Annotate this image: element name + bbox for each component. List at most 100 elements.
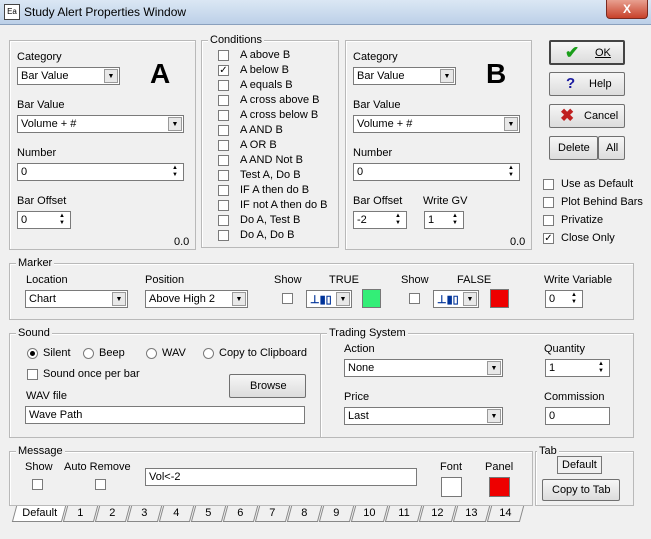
write-variable-input[interactable]: 0 ▲ ▼ (545, 290, 583, 308)
write-gv-input[interactable]: 1 ▲ ▼ (424, 211, 464, 229)
bar-value-b-select[interactable]: Volume + # ▼ (353, 115, 520, 133)
tab-10[interactable]: 10 (350, 506, 389, 522)
option-checkbox[interactable]: ✓ (543, 233, 554, 244)
tab-7[interactable]: 7 (254, 506, 291, 522)
condition-checkbox[interactable] (218, 110, 229, 121)
tab-11[interactable]: 11 (384, 506, 423, 522)
message-text-value: Vol<-2 (149, 471, 181, 483)
message-text-input[interactable]: Vol<-2 (145, 468, 417, 486)
action-select[interactable]: None ▼ (344, 359, 503, 377)
window-title: Study Alert Properties Window (24, 5, 187, 19)
default-tab-button[interactable]: Default (557, 456, 602, 474)
bar-value-a-select[interactable]: Volume + # ▼ (17, 115, 184, 133)
option-checkbox[interactable] (543, 215, 554, 226)
sound-radio[interactable] (27, 348, 38, 359)
browse-button[interactable]: Browse (229, 374, 306, 398)
category-b-label: Category (353, 51, 398, 63)
condition-checkbox[interactable]: ✓ (218, 65, 229, 76)
delete-button[interactable]: Delete (549, 136, 598, 160)
condition-label: Do A, Test B (240, 214, 301, 226)
condition-checkbox[interactable] (218, 230, 229, 241)
condition-checkbox[interactable] (218, 140, 229, 151)
ok-button[interactable]: ✔ OK (549, 40, 625, 65)
condition-label: A AND Not B (240, 154, 303, 166)
write-variable-label: Write Variable (544, 274, 613, 286)
condition-checkbox[interactable] (218, 80, 229, 91)
message-title: Message (16, 445, 65, 457)
condition-label: A cross below B (240, 109, 319, 121)
message-show-checkbox[interactable] (32, 479, 43, 490)
condition-checkbox[interactable] (218, 200, 229, 211)
panel-color-swatch[interactable] (489, 477, 510, 497)
all-button[interactable]: All (598, 136, 625, 160)
tab-4[interactable]: 4 (158, 506, 195, 522)
false-color-swatch[interactable] (490, 289, 509, 308)
sound-radio-label: WAV (162, 347, 186, 359)
position-select[interactable]: Above High 2 ▼ (145, 290, 248, 308)
category-a-select[interactable]: Bar Value ▼ (17, 67, 120, 85)
close-button[interactable]: X (606, 0, 648, 19)
tab-3[interactable]: 3 (126, 506, 163, 522)
sound-radio[interactable] (203, 348, 214, 359)
true-color-swatch[interactable] (362, 289, 381, 308)
option-checkbox[interactable] (543, 197, 554, 208)
auto-remove-label: Auto Remove (64, 461, 131, 473)
price-select[interactable]: Last ▼ (344, 407, 503, 425)
chevron-down-icon: ▼ (232, 292, 246, 306)
commission-input[interactable]: 0 (545, 407, 610, 425)
tab-6[interactable]: 6 (222, 506, 259, 522)
show-true-checkbox[interactable] (282, 293, 293, 304)
spinner-icon[interactable]: ▲ ▼ (448, 213, 462, 227)
sound-once-checkbox[interactable] (27, 369, 38, 380)
number-b-input[interactable]: 0 ▲ ▼ (353, 163, 520, 181)
spinner-icon[interactable]: ▲ ▼ (504, 165, 518, 179)
tab-9[interactable]: 9 (318, 506, 355, 522)
condition-checkbox[interactable] (218, 125, 229, 136)
spinner-icon[interactable]: ▲ ▼ (168, 165, 182, 179)
category-b-select[interactable]: Bar Value ▼ (353, 67, 456, 85)
help-button[interactable]: ? Help (549, 72, 625, 96)
condition-checkbox[interactable] (218, 155, 229, 166)
true-marker-select[interactable]: ⊥▮▯ ▼ (306, 290, 352, 308)
option-checkbox[interactable] (543, 179, 554, 190)
tab-5[interactable]: 5 (190, 506, 227, 522)
font-color-swatch[interactable] (441, 477, 462, 497)
auto-remove-checkbox[interactable] (95, 479, 106, 490)
tab-1[interactable]: 1 (62, 506, 99, 522)
cancel-button[interactable]: ✖ Cancel (549, 104, 625, 128)
condition-checkbox[interactable] (218, 185, 229, 196)
spinner-icon[interactable]: ▲ ▼ (594, 361, 608, 375)
show-false-checkbox[interactable] (409, 293, 420, 304)
sound-radio[interactable] (146, 348, 157, 359)
wav-file-input[interactable]: Wave Path (25, 406, 305, 424)
condition-checkbox[interactable] (218, 95, 229, 106)
tab-12[interactable]: 12 (418, 506, 457, 522)
copy-to-tab-button[interactable]: Copy to Tab (542, 479, 620, 501)
tab-8[interactable]: 8 (286, 506, 323, 522)
readout-b: 0.0 (510, 236, 526, 248)
location-select[interactable]: Chart ▼ (25, 290, 128, 308)
font-label: Font (440, 461, 463, 473)
tab-2[interactable]: 2 (94, 506, 131, 522)
quantity-input[interactable]: 1 ▲ ▼ (545, 359, 610, 377)
tab-label: 2 (109, 507, 116, 519)
location-label: Location (26, 274, 68, 286)
tab-13[interactable]: 13 (452, 506, 491, 522)
bar-offset-a-input[interactable]: 0 ▲ ▼ (17, 211, 71, 229)
tab-14[interactable]: 14 (486, 506, 525, 522)
spinner-icon[interactable]: ▲ ▼ (567, 292, 581, 306)
condition-checkbox[interactable] (218, 215, 229, 226)
bar-offset-b-input[interactable]: -2 ▲ ▼ (353, 211, 407, 229)
letter-b: B (486, 58, 507, 89)
sound-radio[interactable] (83, 348, 94, 359)
condition-checkbox[interactable] (218, 50, 229, 61)
false-marker-select[interactable]: ⊥▮▯ ▼ (433, 290, 479, 308)
tab-default[interactable]: Default (11, 506, 67, 522)
condition-checkbox[interactable] (218, 170, 229, 181)
spinner-icon[interactable]: ▲ ▼ (55, 213, 69, 227)
number-a-input[interactable]: 0 ▲ ▼ (17, 163, 184, 181)
bar-value-b-label: Bar Value (353, 99, 401, 111)
position-value: Above High 2 (149, 293, 216, 305)
bar-offset-b-label: Bar Offset (353, 195, 403, 207)
spinner-icon[interactable]: ▲ ▼ (391, 213, 405, 227)
